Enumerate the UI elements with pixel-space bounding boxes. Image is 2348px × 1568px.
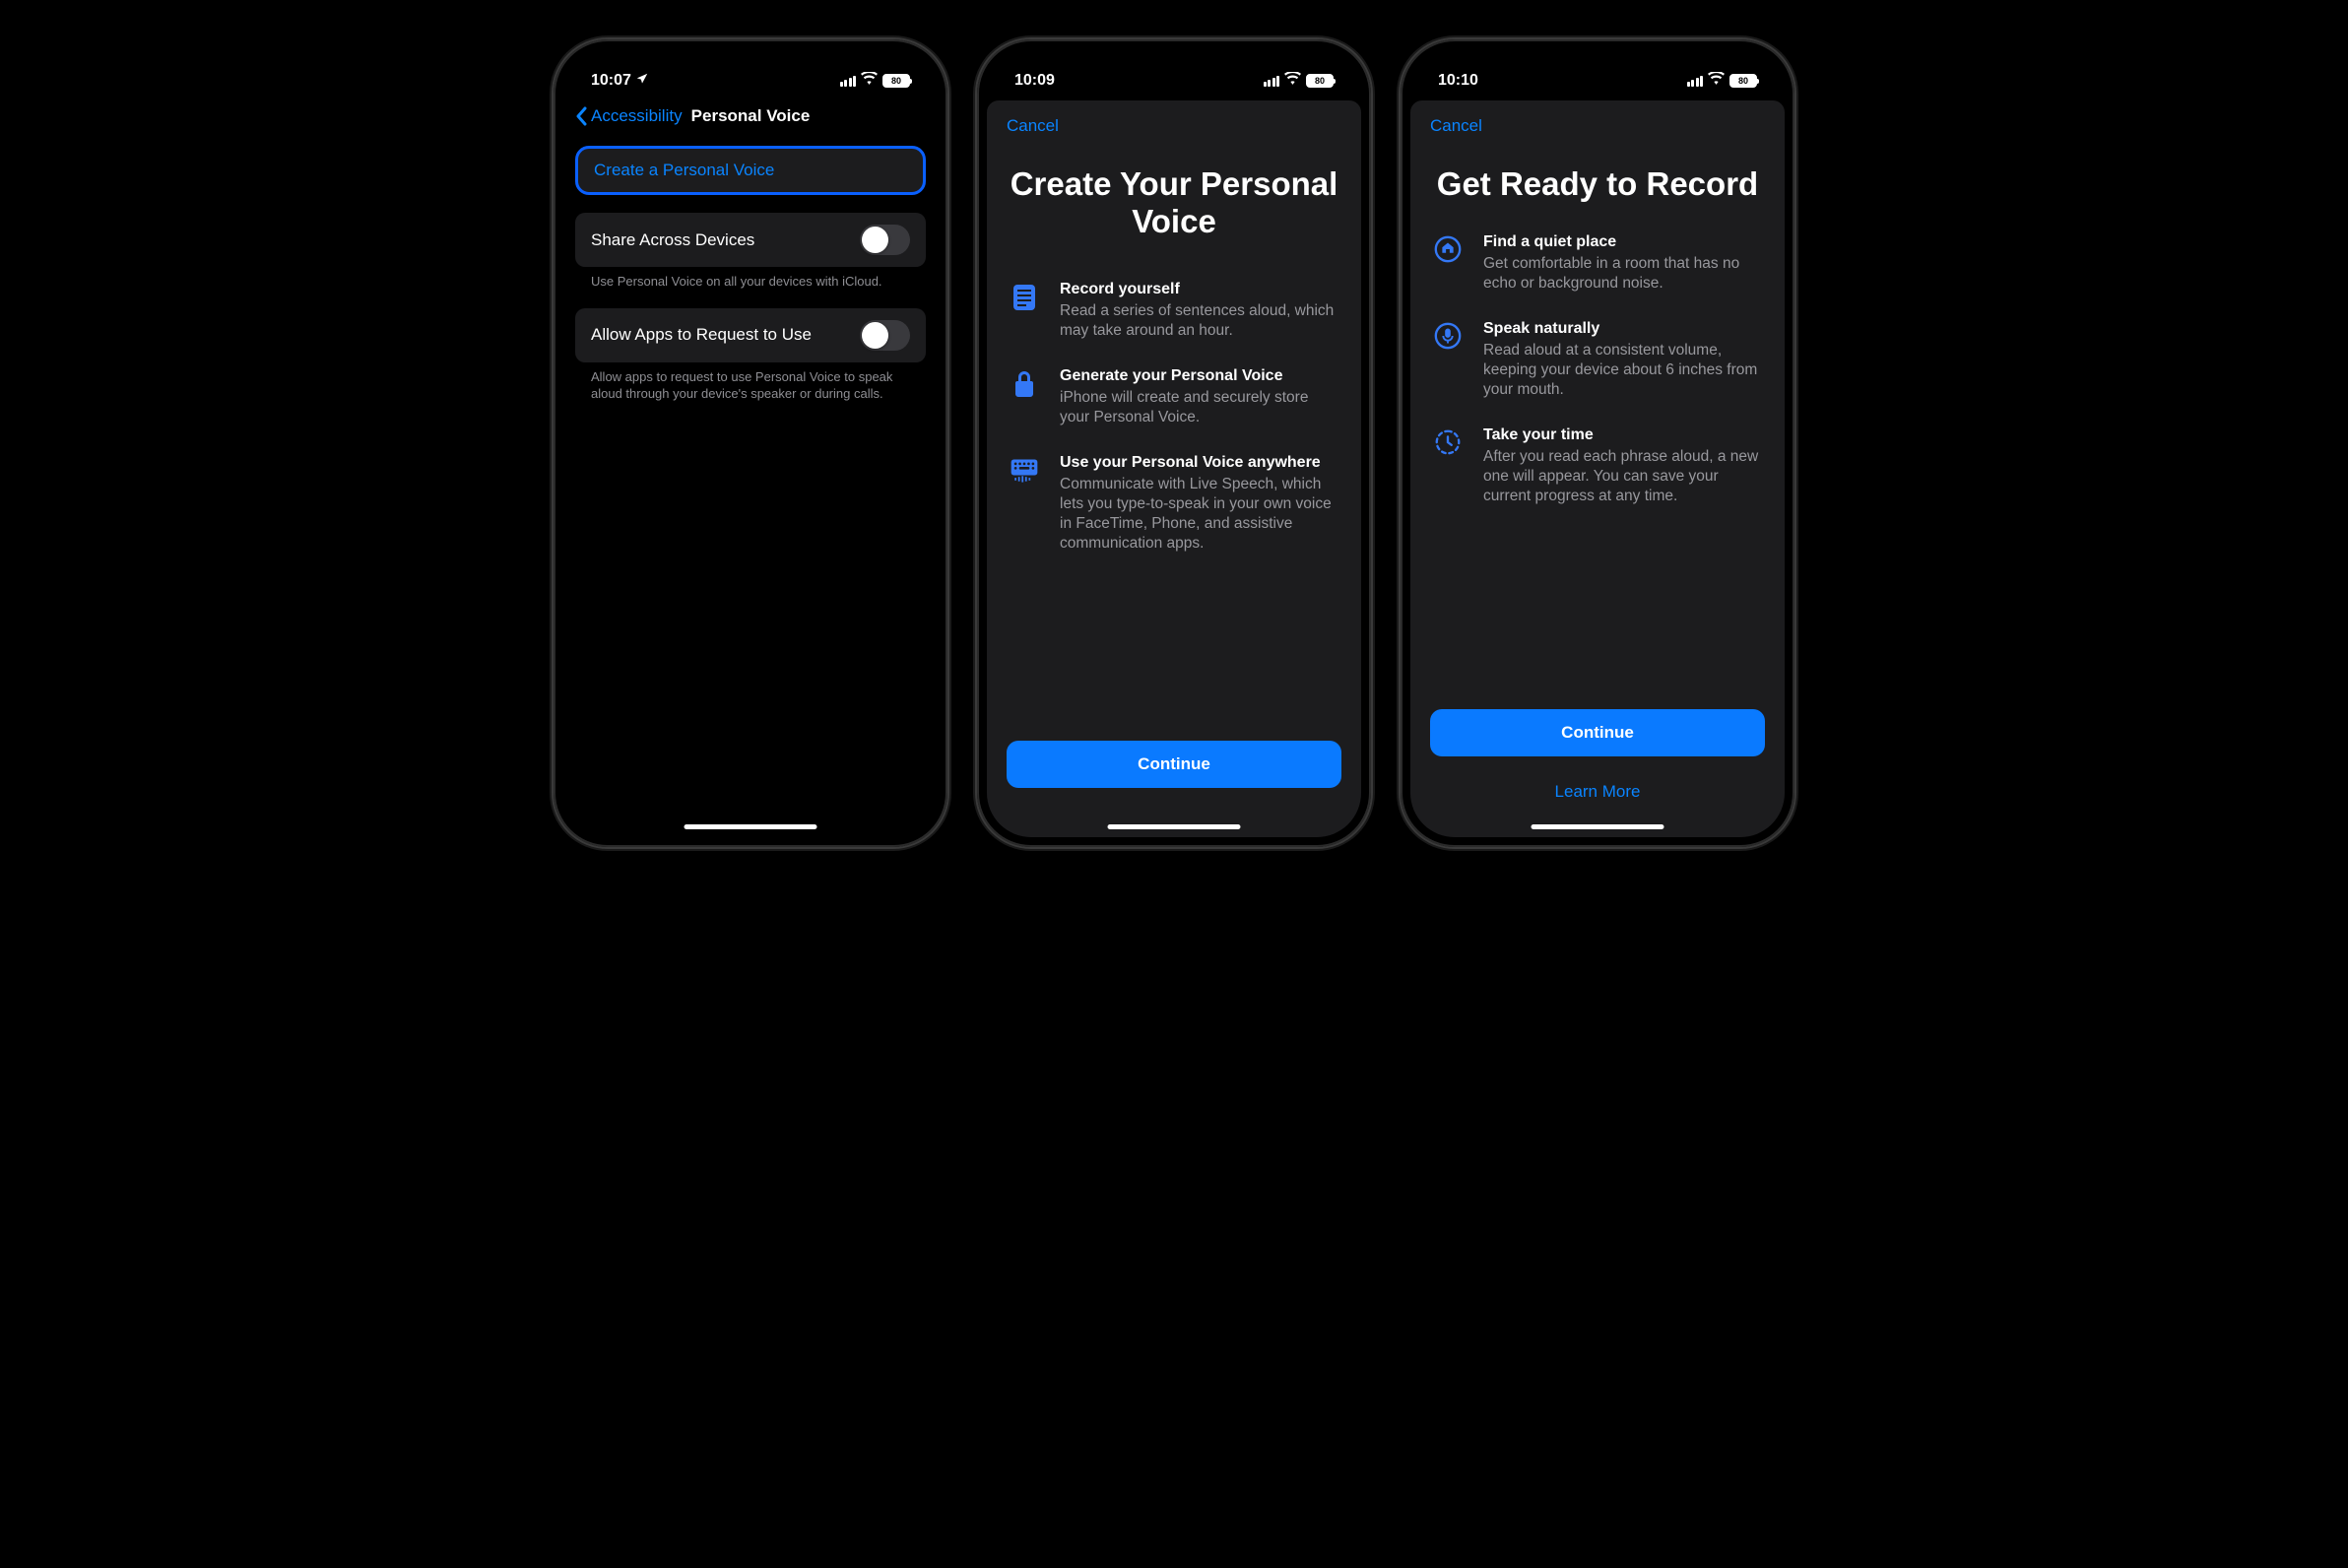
screen-3: 10:10 80 Cancel Get Ready to Record Find…	[1410, 49, 1785, 837]
sheet-title: Get Ready to Record	[1430, 165, 1765, 203]
continue-button[interactable]: Continue	[1007, 741, 1341, 788]
sheet-ready: Cancel Get Ready to Record Find a quiet …	[1410, 100, 1785, 837]
signal-icon	[840, 76, 857, 87]
info-row-generate: Generate your Personal Voice iPhone will…	[1007, 366, 1341, 427]
info-desc: iPhone will create and securely store yo…	[1060, 388, 1341, 427]
allow-label: Allow Apps to Request to Use	[591, 325, 812, 345]
share-footer: Use Personal Voice on all your devices w…	[575, 267, 926, 291]
microphone-icon	[1430, 319, 1466, 351]
phone-frame-2: 10:09 80 Cancel Create Your Personal Voi…	[977, 39, 1371, 847]
info-desc: Get comfortable in a room that has no ec…	[1483, 254, 1765, 294]
battery-icon: 80	[882, 74, 910, 88]
back-label: Accessibility	[591, 106, 683, 126]
create-label: Create a Personal Voice	[594, 161, 774, 180]
info-title: Use your Personal Voice anywhere	[1060, 453, 1341, 474]
wifi-icon	[861, 72, 878, 90]
dynamic-island	[691, 51, 810, 83]
info-desc: Read aloud at a consistent volume, keepi…	[1483, 341, 1765, 400]
continue-button[interactable]: Continue	[1430, 709, 1765, 756]
clock-icon	[1430, 425, 1466, 457]
location-icon	[635, 72, 649, 91]
sheet-title: Create Your Personal Voice	[1007, 165, 1341, 240]
document-icon	[1007, 280, 1042, 313]
info-title: Record yourself	[1060, 280, 1341, 300]
nav-bar: Accessibility Personal Voice	[563, 98, 938, 136]
sheet-create: Cancel Create Your Personal Voice Record…	[987, 100, 1361, 837]
allow-footer: Allow apps to request to use Personal Vo…	[575, 362, 926, 403]
cancel-button[interactable]: Cancel	[1430, 116, 1482, 136]
info-title: Find a quiet place	[1483, 232, 1765, 253]
home-icon	[1430, 232, 1466, 264]
dynamic-island	[1115, 51, 1233, 83]
wifi-icon	[1708, 72, 1725, 90]
phone-frame-1: 10:07 80 Accessibility Personal Voice	[554, 39, 947, 847]
info-row-speak: Speak naturally Read aloud at a consiste…	[1430, 319, 1765, 400]
battery-icon: 80	[1306, 74, 1334, 88]
lock-icon	[1007, 366, 1042, 400]
info-desc: Read a series of sentences aloud, which …	[1060, 301, 1341, 341]
status-time: 10:09	[1014, 72, 1055, 90]
info-row-quiet: Find a quiet place Get comfortable in a …	[1430, 232, 1765, 294]
share-label: Share Across Devices	[591, 230, 754, 250]
status-time: 10:10	[1438, 72, 1478, 90]
signal-icon	[1264, 76, 1280, 87]
keyboard-voice-icon	[1007, 453, 1042, 487]
home-indicator[interactable]	[685, 824, 817, 829]
nav-title: Personal Voice	[691, 106, 811, 126]
screen-2: 10:09 80 Cancel Create Your Personal Voi…	[987, 49, 1361, 837]
info-title: Generate your Personal Voice	[1060, 366, 1341, 387]
info-title: Speak naturally	[1483, 319, 1765, 340]
home-indicator[interactable]	[1532, 824, 1664, 829]
dynamic-island	[1538, 51, 1657, 83]
info-row-time: Take your time After you read each phras…	[1430, 425, 1765, 506]
info-desc: Communicate with Live Speech, which lets…	[1060, 475, 1341, 555]
signal-icon	[1687, 76, 1704, 87]
share-toggle[interactable]	[860, 225, 910, 255]
screen-1: 10:07 80 Accessibility Personal Voice	[563, 49, 938, 837]
info-row-record: Record yourself Read a series of sentenc…	[1007, 280, 1341, 341]
cancel-button[interactable]: Cancel	[1007, 116, 1059, 136]
phone-frame-3: 10:10 80 Cancel Get Ready to Record Find…	[1401, 39, 1794, 847]
info-desc: After you read each phrase aloud, a new …	[1483, 447, 1765, 506]
share-across-devices-cell[interactable]: Share Across Devices	[575, 213, 926, 267]
allow-toggle[interactable]	[860, 320, 910, 351]
create-personal-voice-cell[interactable]: Create a Personal Voice	[575, 146, 926, 195]
back-button[interactable]: Accessibility	[575, 106, 683, 126]
info-row-use: Use your Personal Voice anywhere Communi…	[1007, 453, 1341, 554]
status-time: 10:07	[591, 72, 631, 90]
battery-icon: 80	[1729, 74, 1757, 88]
wifi-icon	[1284, 72, 1301, 90]
info-title: Take your time	[1483, 425, 1765, 446]
learn-more-button[interactable]: Learn More	[1430, 776, 1765, 808]
home-indicator[interactable]	[1108, 824, 1241, 829]
allow-apps-cell[interactable]: Allow Apps to Request to Use	[575, 308, 926, 362]
